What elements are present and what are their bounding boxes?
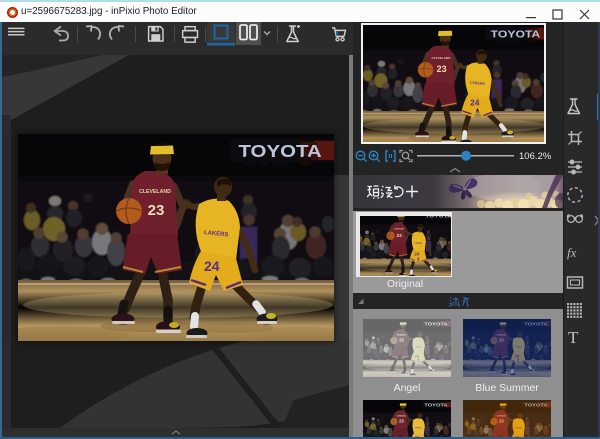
svg-text:T: T (568, 328, 579, 347)
svg-text:fx: fx (567, 245, 577, 260)
svg-text:106.2%: 106.2% (519, 151, 552, 162)
